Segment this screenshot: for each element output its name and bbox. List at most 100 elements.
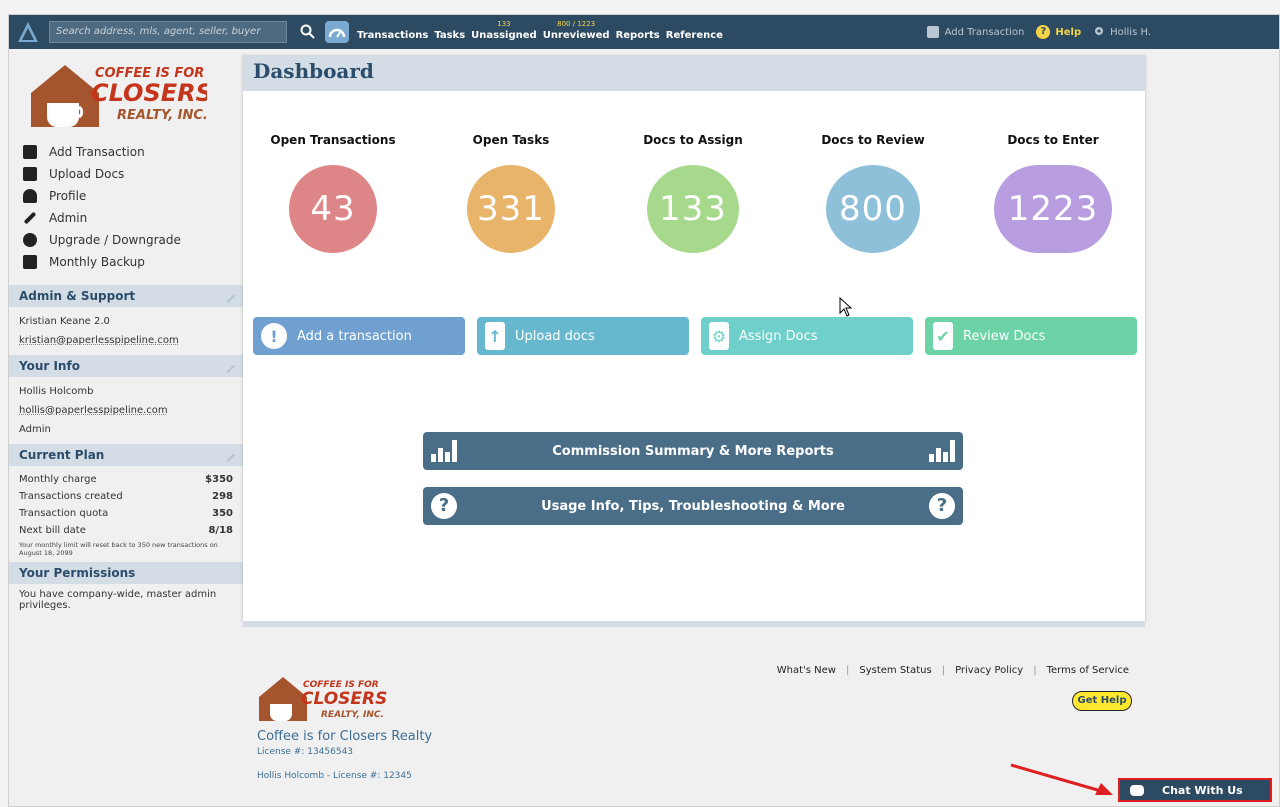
red-arrow-annotation <box>1009 763 1119 799</box>
permissions-text: You have company-wide, master admin priv… <box>19 589 217 611</box>
footer-company-name: Coffee is for Closers Realty <box>257 729 433 744</box>
nav-unreviewed[interactable]: 800 / 1223 Unreviewed <box>543 20 610 41</box>
download-icon <box>23 255 37 269</box>
help-icon: ? <box>1036 25 1051 39</box>
stat-label: Docs to Enter <box>1007 133 1099 147</box>
user-icon <box>23 189 37 203</box>
plan-row: Next bill date 8/18 <box>19 525 233 536</box>
panel-footer-bar <box>243 621 1145 627</box>
nav-user-menu[interactable]: Hollis H. <box>1093 25 1151 40</box>
dollar-icon <box>23 233 37 247</box>
link-system-status[interactable]: System Status <box>859 665 931 676</box>
sidebar-item-profile[interactable]: Profile <box>23 185 243 207</box>
stat-value: 43 <box>289 165 377 253</box>
app-logo-icon[interactable] <box>15 19 41 45</box>
usage-info-button[interactable]: ? Usage Info, Tips, Troubleshooting & Mo… <box>423 487 963 525</box>
unassigned-count: 133 <box>497 20 511 28</box>
user-name: Hollis Holcomb <box>19 386 94 397</box>
nav-unassigned[interactable]: 133 Unassigned <box>471 20 537 41</box>
your-info-section: Your Info Hollis Holcomb hollis@paperles… <box>9 355 243 444</box>
upload-doc-icon: ↑ <box>485 322 505 350</box>
admin-name: Kristian Keane 2.0 <box>19 316 110 327</box>
current-plan-section: Current Plan Monthly charge $350 Transact… <box>9 444 243 562</box>
dashboard-gauge-icon[interactable] <box>325 21 349 43</box>
exclamation-icon: ! <box>261 323 287 349</box>
stat-value: 331 <box>467 165 555 253</box>
footer-links: What's New | System Status | Privacy Pol… <box>776 665 1129 676</box>
assign-docs-button[interactable]: ⚙ Assign Docs <box>701 317 913 355</box>
stat-label: Docs to Assign <box>643 133 743 147</box>
company-logo: COFFEE IS FOR CLOSERS REALTY, INC. <box>27 57 213 129</box>
sidebar-item-backup[interactable]: Monthly Backup <box>23 251 243 273</box>
edit-pencil-icon[interactable] <box>220 447 236 463</box>
admin-email-link[interactable]: kristian@paperlesspipeline.com <box>19 331 233 350</box>
upload-docs-button[interactable]: ↑ Upload docs <box>477 317 689 355</box>
main-nav: Transactions Tasks 133 Unassigned 800 / 1… <box>357 15 729 49</box>
user-email-link[interactable]: hollis@paperlesspipeline.com <box>19 401 233 420</box>
plan-row: Transactions created 298 <box>19 491 233 502</box>
mouse-cursor-icon <box>839 296 853 321</box>
search-icon[interactable] <box>299 23 317 41</box>
admin-support-section: Admin & Support Kristian Keane 2.0 krist… <box>9 285 243 355</box>
footer-logo-line-3: REALTY, INC. <box>321 710 384 720</box>
nav-help[interactable]: ? Help <box>1036 25 1081 39</box>
stat-docs-to-enter[interactable]: Docs to Enter 1223 <box>973 133 1133 253</box>
permissions-heading: Your Permissions <box>9 562 243 584</box>
get-help-button[interactable]: Get Help <box>1072 691 1132 711</box>
plan-row: Transaction quota 350 <box>19 508 233 519</box>
commission-reports-button[interactable]: Commission Summary & More Reports <box>423 432 963 470</box>
chat-with-us-button[interactable]: Chat With Us <box>1118 778 1272 802</box>
doc-check-icon: ✔ <box>933 322 953 350</box>
sidebar-item-admin[interactable]: Admin <box>23 207 243 229</box>
nav-add-transaction[interactable]: Add Transaction <box>926 26 1024 38</box>
wrench-icon <box>23 211 37 225</box>
stat-label: Open Transactions <box>270 133 396 147</box>
sidebar: COFFEE IS FOR CLOSERS REALTY, INC. Add T… <box>9 49 243 616</box>
doc-gear-icon: ⚙ <box>709 322 729 350</box>
app-window: Search address, mls, agent, seller, buye… <box>8 14 1280 807</box>
stat-docs-to-review[interactable]: Docs to Review 800 <box>793 133 953 253</box>
link-privacy-policy[interactable]: Privacy Policy <box>955 665 1023 676</box>
nav-transactions[interactable]: Transactions <box>357 30 428 41</box>
search-input[interactable]: Search address, mls, agent, seller, buye… <box>49 21 287 43</box>
admin-support-heading: Admin & Support <box>9 285 243 307</box>
sidebar-menu: Add Transaction Upload Docs Profile Admi… <box>9 141 243 273</box>
link-terms-of-service[interactable]: Terms of Service <box>1047 665 1129 676</box>
upload-icon <box>23 167 37 181</box>
sidebar-item-add-transaction[interactable]: Add Transaction <box>23 141 243 163</box>
stat-value: 1223 <box>994 165 1112 253</box>
stat-value: 800 <box>826 165 920 253</box>
nav-tasks[interactable]: Tasks <box>434 30 465 41</box>
chat-bubble-icon <box>1130 784 1144 796</box>
footer-logo: COFFEE IS FOR CLOSERS REALTY, INC. <box>257 671 387 723</box>
dashboard-panel: Dashboard Open Transactions 43 Open Task… <box>243 55 1145 621</box>
link-whats-new[interactable]: What's New <box>777 665 836 676</box>
footer-logo-line-2: CLOSERS <box>301 689 387 709</box>
gear-icon <box>1093 25 1105 40</box>
stat-open-tasks[interactable]: Open Tasks 331 <box>431 133 591 253</box>
plan-note: Your monthly limit will reset back to 35… <box>19 541 218 557</box>
stat-value: 133 <box>647 165 739 253</box>
nav-reference[interactable]: Reference <box>666 30 723 41</box>
add-transaction-button[interactable]: ! Add a transaction <box>253 317 465 355</box>
footer-agent: Hollis Holcomb - License #: 12345 <box>257 771 412 781</box>
page-title: Dashboard <box>243 55 1145 91</box>
stat-label: Docs to Review <box>821 133 925 147</box>
sidebar-item-upgrade[interactable]: Upgrade / Downgrade <box>23 229 243 251</box>
edit-pencil-icon[interactable] <box>220 358 236 374</box>
stat-label: Open Tasks <box>472 133 550 147</box>
sidebar-item-upload-docs[interactable]: Upload Docs <box>23 163 243 185</box>
nav-reports[interactable]: Reports <box>616 30 660 41</box>
stat-open-transactions[interactable]: Open Transactions 43 <box>253 133 413 253</box>
review-docs-button[interactable]: ✔ Review Docs <box>925 317 1137 355</box>
footer-license: License #: 13456543 <box>257 747 354 757</box>
stat-docs-to-assign[interactable]: Docs to Assign 133 <box>613 133 773 253</box>
question-icon: ? <box>929 493 955 519</box>
question-icon: ? <box>431 493 457 519</box>
add-transaction-icon <box>926 26 939 38</box>
logo-line-2: CLOSERS <box>91 79 207 107</box>
user-role: Admin <box>19 424 51 435</box>
edit-pencil-icon[interactable] <box>220 288 236 304</box>
current-plan-heading: Current Plan <box>9 444 243 466</box>
logo-line-3: REALTY, INC. <box>117 108 207 123</box>
